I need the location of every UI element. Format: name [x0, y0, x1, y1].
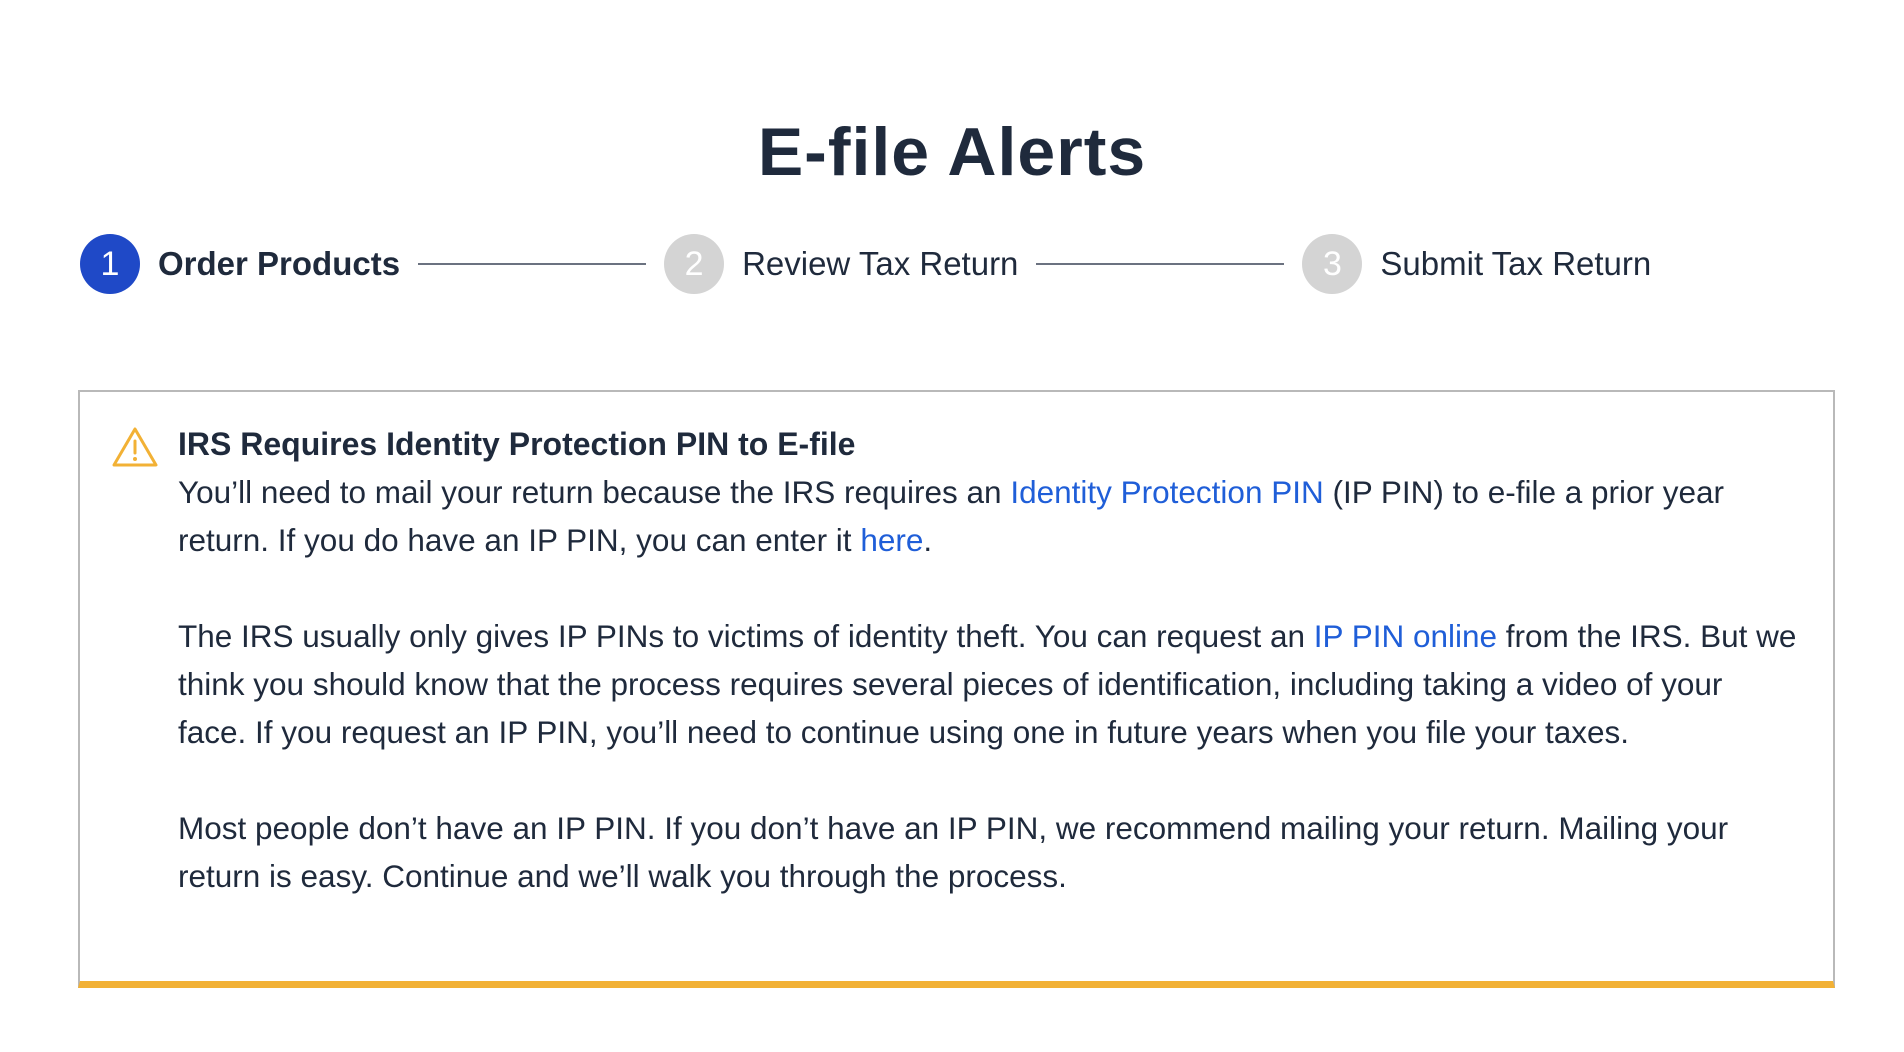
step-submit-tax-return: 3 Submit Tax Return	[1302, 234, 1651, 294]
page-title: E-file Alerts	[757, 113, 1147, 190]
alert-paragraph-3: Most people don’t have an IP PIN. If you…	[178, 810, 1729, 894]
alert-p1-text-a: You’ll need to mail your return because …	[178, 474, 1011, 510]
alert-paragraph-2: The IRS usually only gives IP PINs to vi…	[178, 612, 1798, 756]
alert-paragraph-1: You’ll need to mail your return because …	[178, 468, 1798, 564]
ip-pin-online-link[interactable]: IP PIN online	[1314, 618, 1497, 654]
progress-stepper: 1 Order Products 2 Review Tax Return 3 S…	[80, 233, 1651, 295]
step-order-products: 1 Order Products	[80, 234, 400, 294]
warning-triangle-icon	[112, 427, 158, 467]
alert-p1-text-c: .	[923, 522, 933, 558]
ip-pin-alert: IRS Requires Identity Protection PIN to …	[78, 390, 1835, 988]
step-connector-2	[1036, 263, 1285, 265]
alert-p2-text-a: The IRS usually only gives IP PINs to vi…	[178, 618, 1314, 654]
alert-content: IRS Requires Identity Protection PIN to …	[178, 420, 1798, 900]
step-connector-1	[418, 263, 647, 265]
step-3-label: Submit Tax Return	[1380, 245, 1652, 282]
step-review-tax-return: 2 Review Tax Return	[664, 234, 1018, 294]
step-1-number: 1	[80, 234, 140, 294]
enter-ip-pin-here-link[interactable]: here	[860, 522, 923, 558]
step-3-number: 3	[1302, 234, 1363, 294]
step-1-label: Order Products	[158, 245, 401, 282]
identity-protection-pin-link[interactable]: Identity Protection PIN	[1010, 474, 1323, 510]
step-2-label: Review Tax Return	[742, 245, 1019, 282]
step-2-number: 2	[664, 234, 725, 294]
alert-title: IRS Requires Identity Protection PIN to …	[178, 426, 856, 462]
